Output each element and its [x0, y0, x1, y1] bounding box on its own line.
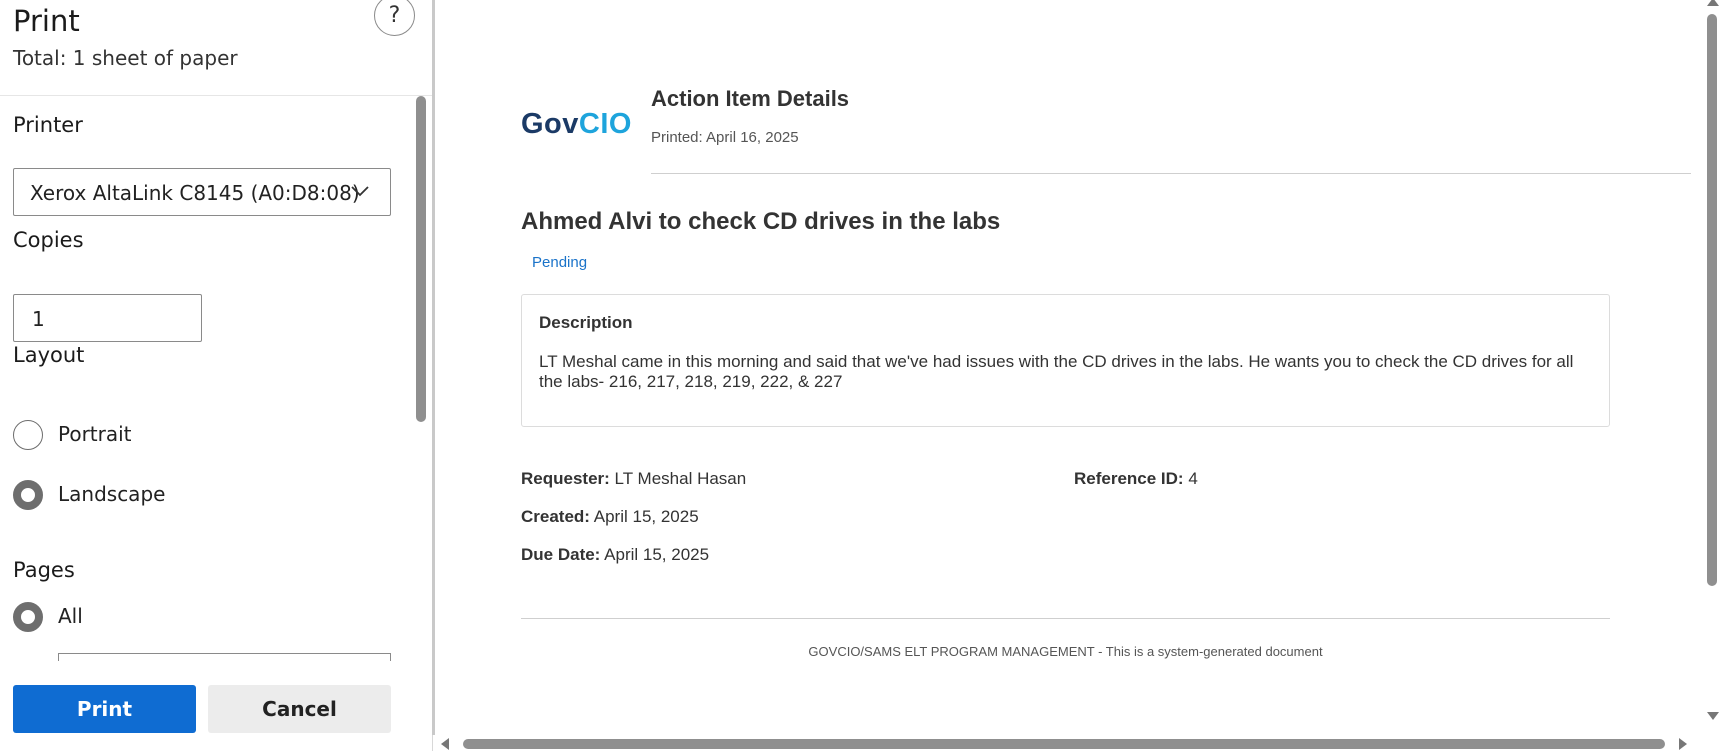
header-divider — [651, 173, 1691, 174]
created-value: April 15, 2025 — [593, 507, 699, 526]
scroll-right-arrow-icon[interactable] — [1679, 738, 1687, 750]
scroll-down-arrow-icon[interactable] — [1707, 712, 1719, 720]
horizontal-scroll-thumb[interactable] — [463, 739, 1665, 749]
scroll-up-arrow-icon[interactable] — [1707, 0, 1719, 6]
printer-label: Printer — [13, 113, 83, 137]
pages-all-radio[interactable] — [13, 602, 43, 632]
portrait-label: Portrait — [58, 422, 132, 446]
description-box: Description LT Meshal came in this morni… — [521, 294, 1610, 427]
preview-edge-shadow — [432, 0, 435, 735]
copies-label: Copies — [13, 228, 84, 252]
pages-label: Pages — [13, 558, 75, 582]
scroll-left-arrow-icon[interactable] — [441, 738, 449, 750]
landscape-label: Landscape — [58, 482, 166, 506]
printed-date: Printed: April 16, 2025 — [651, 129, 799, 146]
panel-footer: Print Cancel — [0, 662, 432, 751]
requester-label: Requester: — [521, 469, 610, 488]
document-title: Action Item Details — [651, 86, 850, 111]
preview-page: GovCIO Action Item Details Printed: Apri… — [433, 0, 1691, 735]
description-text: LT Meshal came in this morning and said … — [539, 352, 1574, 391]
vertical-scroll-thumb[interactable] — [1707, 14, 1717, 586]
printer-select-value: Xerox AltaLink C8145 (A0:D8:08) — [30, 181, 360, 205]
settings-scroll-area[interactable]: Printer Xerox AltaLink C8145 (A0:D8:08) … — [0, 97, 416, 661]
govcio-logo: GovCIO — [521, 108, 632, 141]
chevron-down-icon — [351, 186, 369, 197]
copies-value: 1 — [32, 307, 45, 331]
description-heading: Description — [539, 313, 633, 332]
panel-scrollbar[interactable] — [416, 96, 426, 422]
requester-field: Requester: LT Meshal Hasan — [521, 469, 746, 489]
action-item-title: Ahmed Alvi to check CD drives in the lab… — [521, 208, 1001, 235]
footer-divider — [521, 618, 1610, 619]
portrait-radio[interactable] — [13, 420, 43, 450]
panel-title: Print — [13, 4, 80, 38]
layout-label: Layout — [13, 343, 85, 367]
requester-value: LT Meshal Hasan — [614, 469, 747, 488]
logo-cio-text: CIO — [578, 108, 632, 140]
reference-label: Reference ID: — [1074, 469, 1184, 488]
sheet-total: Total: 1 sheet of paper — [13, 46, 238, 70]
due-value: April 15, 2025 — [604, 545, 710, 564]
document-footer: GOVCIO/SAMS ELT PROGRAM MANAGEMENT - Thi… — [808, 644, 1323, 659]
panel-header: Print Total: 1 sheet of paper ? — [0, 0, 432, 96]
printer-select[interactable]: Xerox AltaLink C8145 (A0:D8:08) — [13, 168, 391, 216]
help-button[interactable]: ? — [374, 0, 415, 36]
created-label: Created: — [521, 507, 590, 526]
custom-pages-input[interactable] — [58, 653, 391, 661]
reference-field: Reference ID: 4 — [1074, 469, 1198, 489]
copies-input[interactable]: 1 — [13, 294, 202, 342]
status-badge: Pending — [532, 254, 588, 271]
landscape-radio[interactable] — [13, 480, 43, 510]
due-date-field: Due Date: April 15, 2025 — [521, 545, 709, 565]
created-field: Created: April 15, 2025 — [521, 507, 699, 527]
due-label: Due Date: — [521, 545, 601, 564]
cancel-button[interactable]: Cancel — [208, 685, 391, 733]
print-settings-panel: Print Total: 1 sheet of paper ? Printer … — [0, 0, 432, 751]
logo-gov-text: Gov — [521, 108, 579, 140]
print-button[interactable]: Print — [13, 685, 196, 733]
print-preview: GovCIO Action Item Details Printed: Apri… — [432, 0, 1723, 751]
reference-value: 4 — [1188, 469, 1198, 488]
pages-all-label: All — [58, 604, 83, 628]
